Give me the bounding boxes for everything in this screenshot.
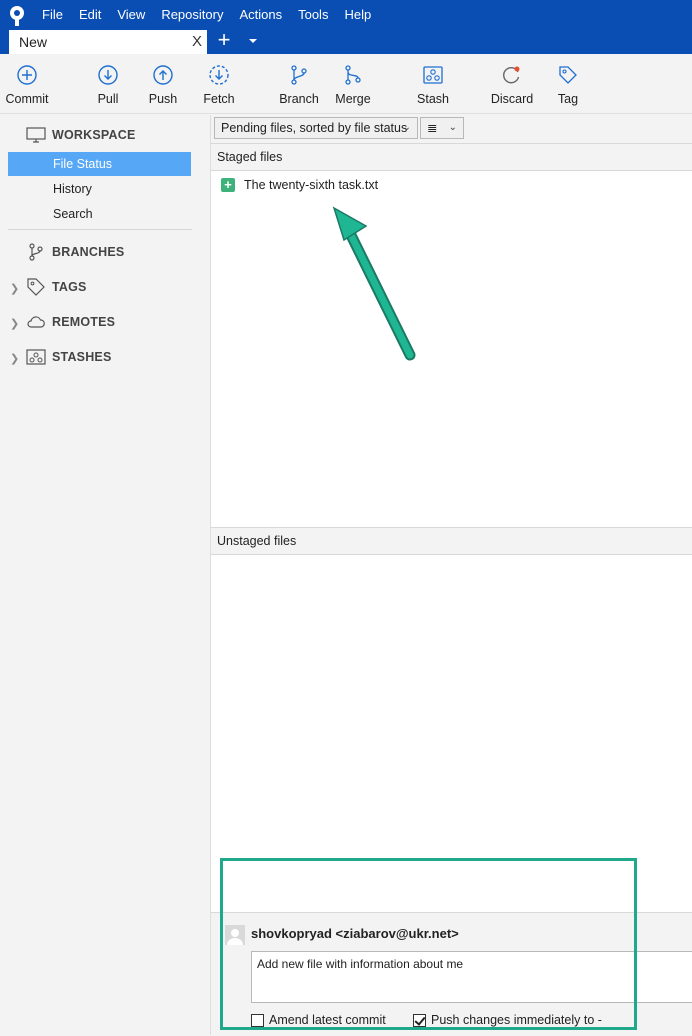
amend-label: Amend latest commit	[269, 1013, 386, 1027]
close-tab-icon[interactable]: X	[192, 33, 202, 50]
checkbox-unchecked[interactable]	[251, 1013, 264, 1027]
chevron-down-icon[interactable]	[246, 33, 260, 49]
remotes-header[interactable]: REMOTES	[26, 311, 115, 333]
toolbar: Commit Pull Push Fetch Branch Merge Stas…	[0, 54, 692, 114]
amend-checkbox[interactable]: Amend latest commit	[251, 1013, 386, 1027]
stash-icon	[26, 349, 46, 365]
sidebar-item-file-status[interactable]: File Status	[8, 152, 191, 176]
merge-label: Merge	[335, 92, 371, 106]
pull-label: Pull	[97, 92, 119, 106]
sidebar-item-search[interactable]: Search	[8, 202, 191, 226]
branch-button[interactable]: Branch	[276, 54, 322, 112]
discard-button[interactable]: Discard	[490, 54, 534, 112]
merge-icon	[345, 65, 361, 85]
fetch-label: Fetch	[203, 92, 235, 106]
push-icon	[153, 65, 173, 85]
pull-icon	[98, 65, 118, 85]
commit-message-input[interactable]: Add new file with information about me	[251, 951, 692, 1003]
avatar	[225, 925, 245, 945]
menu-file[interactable]: File	[42, 6, 63, 23]
stash-label: Stash	[417, 92, 449, 106]
unstaged-files-header: Unstaged files	[211, 527, 692, 555]
merge-button[interactable]: Merge	[332, 54, 374, 112]
sort-dropdown-label: Pending files, sorted by file status	[221, 121, 408, 135]
tags-label: TAGS	[52, 280, 87, 294]
branches-header[interactable]: BRANCHES	[26, 241, 124, 263]
sort-dropdown[interactable]: Pending files, sorted by file status ⌄	[214, 117, 418, 139]
branch-icon	[29, 243, 43, 261]
fetch-button[interactable]: Fetch	[199, 54, 239, 112]
branches-label: BRANCHES	[52, 245, 125, 259]
menu-view[interactable]: View	[117, 6, 145, 23]
staged-file-row[interactable]: + The twenty-sixth task.txt	[221, 176, 378, 194]
menu-help[interactable]: Help	[344, 6, 371, 23]
file-added-icon: +	[221, 178, 235, 192]
stash-button[interactable]: Stash	[413, 54, 453, 112]
monitor-icon	[26, 127, 46, 143]
staged-files-header: Staged files	[211, 143, 692, 171]
tag-icon	[27, 278, 45, 296]
cloud-icon	[27, 316, 45, 328]
user-icon	[227, 929, 243, 945]
chevron-right-icon[interactable]: ❯	[10, 282, 19, 295]
tag-icon	[559, 66, 577, 84]
title-bar: File Edit View Repository Actions Tools …	[0, 0, 692, 54]
fetch-icon	[209, 65, 229, 85]
menu-repository[interactable]: Repository	[161, 6, 223, 23]
branch-label: Branch	[279, 92, 319, 106]
stashes-label: STASHES	[52, 350, 112, 364]
menu-tools[interactable]: Tools	[298, 6, 328, 23]
sidebar: WORKSPACE File Status History Search BRA…	[0, 115, 210, 1035]
list-view-icon: ≣	[427, 121, 438, 135]
pull-button[interactable]: Pull	[90, 54, 126, 112]
commit-info: shovkopryad <ziabarov@ukr.net> Add new f…	[211, 913, 692, 1036]
commit-button[interactable]: Commit	[4, 54, 50, 112]
menu-actions[interactable]: Actions	[239, 6, 282, 23]
checkbox-checked[interactable]	[413, 1013, 426, 1027]
push-immediately-label: Push changes immediately to -	[431, 1013, 602, 1027]
commit-label: Commit	[5, 92, 49, 106]
discard-icon	[503, 66, 520, 84]
view-mode-dropdown[interactable]: ≣ ⌄	[420, 117, 464, 139]
add-tab-icon[interactable]: +	[214, 29, 234, 51]
stash-icon	[423, 66, 443, 84]
tab-new[interactable]: New X	[9, 30, 207, 54]
sidebar-item-history[interactable]: History	[8, 177, 191, 201]
branch-icon	[291, 65, 307, 85]
commit-author: shovkopryad <ziabarov@ukr.net>	[251, 926, 459, 941]
commit-panel: shovkopryad <ziabarov@ukr.net> Add new f…	[211, 912, 692, 1036]
chevron-right-icon[interactable]: ❯	[10, 317, 19, 330]
push-label: Push	[148, 92, 178, 106]
sidebar-divider	[8, 229, 192, 230]
menu-bar: File Edit View Repository Actions Tools …	[42, 6, 387, 23]
unstaged-files-list	[211, 557, 692, 912]
workspace-label: WORKSPACE	[52, 128, 136, 142]
chevron-right-icon[interactable]: ❯	[10, 352, 19, 365]
remotes-label: REMOTES	[52, 315, 116, 329]
push-immediately-checkbox[interactable]: Push changes immediately to -	[413, 1013, 602, 1027]
main-panel: Pending files, sorted by file status ⌄ ≣…	[210, 115, 692, 1036]
menu-edit[interactable]: Edit	[79, 6, 101, 23]
chevron-down-icon: ⌄	[402, 122, 411, 133]
push-button[interactable]: Push	[145, 54, 181, 112]
sourcetree-logo-icon	[10, 6, 24, 26]
tag-button[interactable]: Tag	[553, 54, 583, 112]
staged-file-name: The twenty-sixth task.txt	[244, 178, 379, 192]
discard-label: Discard	[490, 92, 534, 106]
workspace-header[interactable]: WORKSPACE	[26, 124, 136, 146]
stashes-header[interactable]: STASHES	[26, 346, 112, 368]
filter-bar: Pending files, sorted by file status ⌄ ≣…	[211, 115, 692, 143]
tab-label: New	[19, 34, 48, 50]
tags-header[interactable]: TAGS	[26, 276, 87, 298]
annotation-arrow-icon	[332, 206, 416, 361]
tag-label: Tag	[557, 92, 579, 106]
commit-icon	[17, 65, 37, 85]
chevron-down-icon: ⌄	[448, 122, 457, 133]
